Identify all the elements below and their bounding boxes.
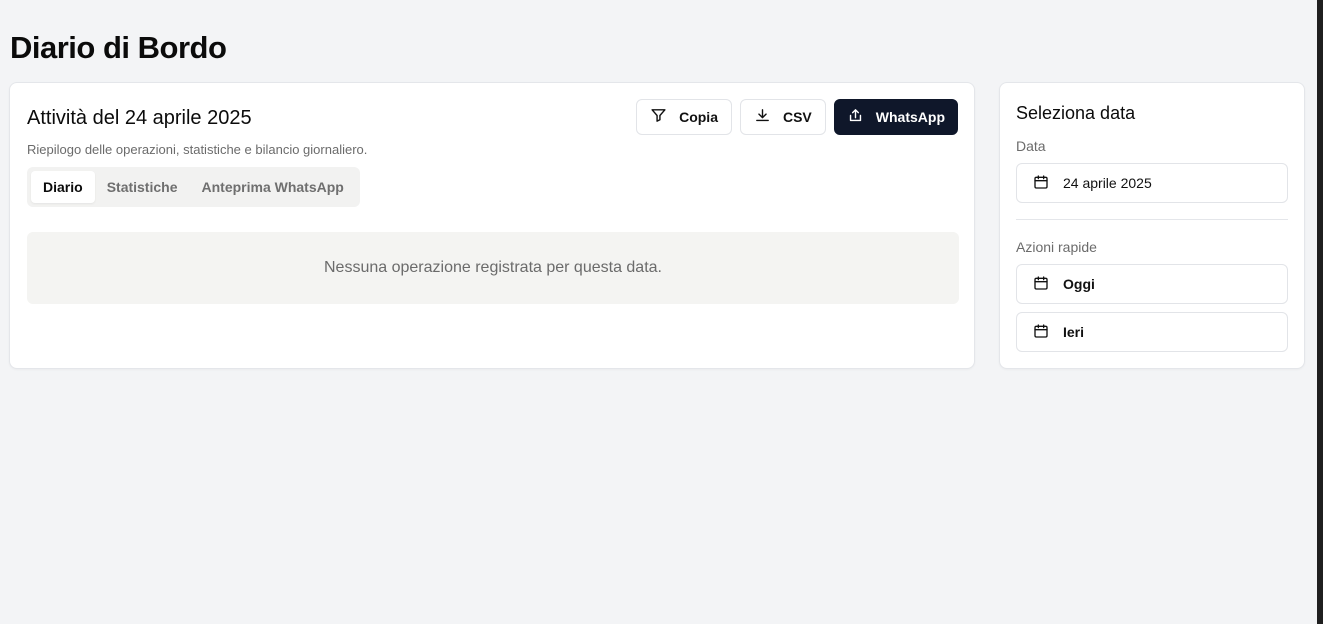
date-value: 24 aprile 2025: [1063, 175, 1152, 191]
activity-card: Attività del 24 aprile 2025 Riepilogo de…: [9, 82, 975, 369]
date-picker-title: Seleziona data: [1016, 103, 1136, 123]
whatsapp-button[interactable]: WhatsApp: [833, 99, 958, 135]
tab-anteprima-whatsapp[interactable]: Anteprima WhatsApp: [190, 171, 356, 203]
yesterday-button[interactable]: Ieri: [1016, 312, 1288, 352]
page: Diario di Bordo Attività del 24 aprile 2…: [0, 0, 1323, 624]
empty-state: Nessuna operazione registrata per questa…: [27, 232, 959, 304]
activity-title: Attività del 24 aprile 2025: [27, 107, 252, 129]
today-button[interactable]: Oggi: [1016, 264, 1288, 304]
date-picker-field[interactable]: 24 aprile 2025: [1016, 163, 1288, 203]
action-buttons: Copia CSV WhatsApp: [636, 99, 958, 135]
csv-button[interactable]: CSV: [739, 99, 826, 135]
yesterday-button-label: Ieri: [1063, 324, 1085, 340]
today-button-label: Oggi: [1063, 276, 1095, 292]
calendar-icon: [1033, 174, 1049, 193]
quick-actions-label: Azioni rapide: [1016, 239, 1097, 255]
copy-button-label: Copia: [679, 109, 718, 125]
copy-button[interactable]: Copia: [636, 99, 732, 135]
calendar-icon: [1033, 275, 1049, 294]
tab-diario[interactable]: Diario: [31, 171, 95, 203]
tab-bar: Diario Statistiche Anteprima WhatsApp: [27, 167, 360, 207]
share-icon: [847, 107, 864, 127]
scrollbar[interactable]: [1317, 0, 1323, 624]
page-title: Diario di Bordo: [10, 30, 227, 65]
whatsapp-button-label: WhatsApp: [875, 109, 945, 125]
csv-button-label: CSV: [782, 109, 812, 125]
date-picker-card: Seleziona data Data 24 aprile 2025 Azion…: [999, 82, 1305, 369]
calendar-icon: [1033, 323, 1049, 342]
divider: [1016, 219, 1288, 220]
filter-icon: [650, 107, 667, 127]
activity-subtitle: Riepilogo delle operazioni, statistiche …: [27, 142, 368, 157]
date-label: Data: [1016, 138, 1046, 154]
download-icon: [754, 107, 771, 127]
tab-statistiche[interactable]: Statistiche: [95, 171, 190, 203]
